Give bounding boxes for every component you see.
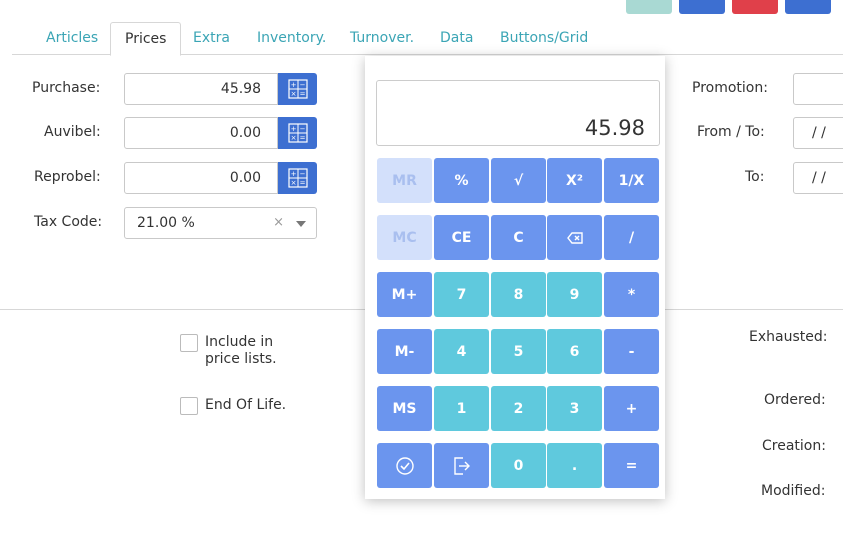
key-divide[interactable]: /: [604, 215, 659, 260]
key-decimal[interactable]: .: [547, 443, 602, 488]
svg-text:×: ×: [290, 90, 296, 98]
key-confirm[interactable]: [377, 443, 432, 488]
exhausted-label: Exhausted:: [749, 329, 828, 345]
tab-articles[interactable]: Articles: [32, 22, 112, 55]
chevron-down-icon[interactable]: [296, 221, 306, 227]
key-6[interactable]: 6: [547, 329, 602, 374]
key-backspace[interactable]: [547, 215, 602, 260]
reprobel-calculator-button[interactable]: + − × =: [278, 162, 317, 194]
tax-code-label: Tax Code:: [34, 214, 103, 230]
svg-text:=: =: [299, 179, 305, 187]
tab-prices[interactable]: Prices: [110, 22, 182, 56]
tax-code-select[interactable]: 21.00 % ×: [124, 207, 317, 239]
calculator-icon: + −× =: [287, 168, 308, 188]
tab-bar: Articles Prices Extra Inventory. Turnove…: [12, 22, 843, 56]
ordered-label: Ordered:: [764, 392, 826, 408]
key-5[interactable]: 5: [491, 329, 546, 374]
to-date-input[interactable]: / /: [793, 162, 843, 194]
toolbar-button-1[interactable]: [626, 0, 672, 14]
calculator-icon: + −× =: [287, 123, 308, 143]
include-in-price-lists-checkbox[interactable]: [180, 334, 198, 352]
purchase-calculator-button[interactable]: + − × =: [278, 73, 317, 105]
modified-label: Modified:: [761, 483, 826, 499]
reprobel-input[interactable]: 0.00: [124, 162, 278, 194]
include-in-price-lists-label: Include in price lists.: [205, 334, 277, 368]
purchase-input[interactable]: 45.98: [124, 73, 278, 105]
tab-inventory[interactable]: Inventory.: [243, 22, 340, 55]
auvibel-label: Auvibel:: [44, 124, 101, 140]
key-clear[interactable]: C: [491, 215, 546, 260]
svg-text:−: −: [299, 170, 305, 178]
to-label: To:: [745, 169, 765, 185]
key-percent[interactable]: %: [434, 158, 489, 203]
svg-text:−: −: [299, 125, 305, 133]
backspace-icon: [566, 231, 583, 244]
key-subtract[interactable]: -: [604, 329, 659, 374]
svg-text:−: −: [299, 81, 305, 89]
end-of-life-checkbox[interactable]: [180, 397, 198, 415]
svg-text:+: +: [290, 125, 296, 133]
key-ce[interactable]: CE: [434, 215, 489, 260]
svg-text:×: ×: [290, 179, 296, 187]
key-1[interactable]: 1: [434, 386, 489, 431]
check-circle-icon: [395, 456, 414, 475]
tab-turnover[interactable]: Turnover.: [336, 22, 428, 55]
key-m-minus[interactable]: M-: [377, 329, 432, 374]
key-3[interactable]: 3: [547, 386, 602, 431]
key-2[interactable]: 2: [491, 386, 546, 431]
toolbar-button-4[interactable]: [785, 0, 831, 14]
svg-text:×: ×: [290, 134, 296, 142]
reprobel-label: Reprobel:: [34, 169, 101, 185]
svg-text:+: +: [290, 170, 296, 178]
toolbar-delete-button[interactable]: [732, 0, 778, 14]
key-m-plus[interactable]: M+: [377, 272, 432, 317]
tab-buttons-grid[interactable]: Buttons/Grid: [486, 22, 602, 55]
purchase-label: Purchase:: [32, 80, 101, 96]
key-ms[interactable]: MS: [377, 386, 432, 431]
key-reciprocal[interactable]: 1/X: [604, 158, 659, 203]
key-add[interactable]: +: [604, 386, 659, 431]
key-multiply[interactable]: *: [604, 272, 659, 317]
include-label-line-1: Include in: [205, 334, 274, 350]
key-mr[interactable]: MR: [377, 158, 432, 203]
from-date-input[interactable]: / /: [793, 117, 843, 149]
tax-code-value: 21.00 %: [137, 215, 195, 231]
key-mc[interactable]: MC: [377, 215, 432, 260]
calculator-display: 45.98: [376, 80, 660, 146]
key-equals[interactable]: =: [604, 443, 659, 488]
calculator-icon: + −× =: [287, 79, 308, 99]
tab-extra[interactable]: Extra: [179, 22, 244, 55]
auvibel-calculator-button[interactable]: + − × =: [278, 117, 317, 149]
end-of-life-label: End Of Life.: [205, 397, 287, 413]
tab-data[interactable]: Data: [426, 22, 487, 55]
exit-icon: [453, 456, 470, 475]
clear-icon[interactable]: ×: [273, 208, 284, 238]
key-square[interactable]: X²: [547, 158, 602, 203]
calculator-dialog: 45.98 MR % √ X² 1/X MC CE C / M+ 7 8 9 *…: [365, 56, 665, 499]
key-7[interactable]: 7: [434, 272, 489, 317]
key-9[interactable]: 9: [547, 272, 602, 317]
svg-text:+: +: [290, 81, 296, 89]
key-0[interactable]: 0: [491, 443, 546, 488]
key-exit[interactable]: [434, 443, 489, 488]
include-label-line-2: price lists.: [205, 351, 277, 367]
toolbar-button-2[interactable]: [679, 0, 725, 14]
svg-text:=: =: [299, 90, 305, 98]
creation-label: Creation:: [762, 438, 826, 454]
auvibel-input[interactable]: 0.00: [124, 117, 278, 149]
key-4[interactable]: 4: [434, 329, 489, 374]
key-8[interactable]: 8: [491, 272, 546, 317]
from-to-label: From / To:: [697, 124, 765, 140]
promotion-label: Promotion:: [692, 80, 768, 96]
svg-text:=: =: [299, 134, 305, 142]
promotion-input[interactable]: [793, 73, 843, 105]
key-sqrt[interactable]: √: [491, 158, 546, 203]
